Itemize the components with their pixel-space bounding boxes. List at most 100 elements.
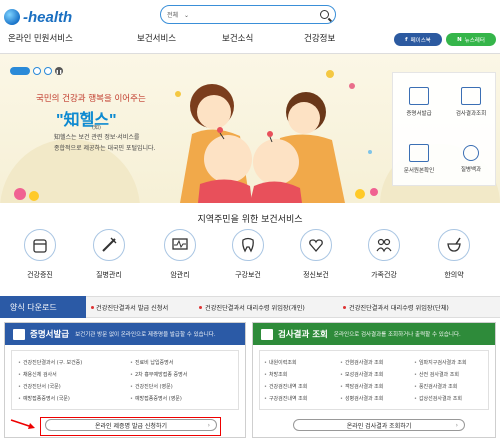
service-oral-health[interactable]: 구강보건 [220,229,276,280]
results-header: 검사결과 조회 온라인으로 검사결과를 조회하거나 출력할 수 있습니다. [253,323,495,345]
certificate-item[interactable]: 건강진단서 (영문) [130,383,173,390]
site-logo[interactable]: -health [4,6,72,28]
form-link-proxy-group[interactable]: 건강진단결과서 대리수령 위임장(단체) [349,303,449,312]
newsletter-button[interactable]: N 뉴스레터 [446,33,496,46]
result-item[interactable]: 성병검사결과 조회 [340,395,383,402]
monitor-pulse-icon [164,229,196,261]
certificates-header: 증명서발급 보건기관 방문 없이 온라인으로 제증명을 발급할 수 있습니다. [5,323,245,345]
service-label: 건강증진 [27,271,53,279]
service-label: 질병관리 [96,271,122,279]
result-item[interactable]: 임파지구검사결과 조회 [414,359,467,366]
carousel-controls: ❚❚ [10,67,63,75]
certificate-item[interactable]: 진료비 납입증명서 [130,359,173,366]
printer-icon [409,86,429,105]
results-lookup-button[interactable]: 온라인 검사결과 조회하기 › [293,419,465,431]
certificate-item[interactable]: 예방접종증명서 (국문) [18,395,70,402]
certificate-item[interactable]: 건강진단결과서 (구. 보건증) [18,359,82,366]
results-list-box: 내원이력조회 처방조회 건강검진내역 조회 구강검진내역 조회 간염검사결과 조… [259,350,489,410]
facebook-label: 페이스북 [410,37,431,44]
newsletter-icon: N [457,36,462,43]
services-title: 지역주민을 위한 보건서비스 [197,215,303,225]
form-link-application[interactable]: 건강진단결과서 발급 신청서 [96,303,168,312]
quick-link-label: 증명서발급 [406,110,432,117]
forms-download-tag: 양식 다운로드 [0,296,86,318]
pause-icon[interactable]: ❚❚ [55,67,63,75]
page: -health 전체 ⌄ 온라인 민원서비스 보건서비스 보건소식 건강정보 f… [0,0,500,444]
result-item[interactable]: 간염검사결과 조회 [340,359,383,366]
pills-icon [24,229,56,261]
service-label: 정신보건 [303,271,329,279]
service-label: 암관리 [170,271,190,279]
certificate-item[interactable]: 2차 흉부예방접종 증명서 [130,371,187,378]
search-scope-select[interactable]: 전체 ⌄ [167,10,217,19]
result-item[interactable]: 풍진검사결과 조회 [414,383,457,390]
service-label: 구강보건 [235,271,261,279]
result-item[interactable]: 구강검진내역 조회 [264,395,307,402]
service-family-health[interactable]: 가족건강 [356,229,412,280]
newsletter-label: 뉴스레터 [464,37,485,44]
banner-hanja: (知) [92,125,101,131]
certificates-title: 증명서발급 [30,330,70,340]
mortar-icon [438,229,470,261]
quick-link-certificate[interactable]: 증명서발급 [393,73,445,130]
stethoscope-icon [463,144,479,161]
logo-mark-icon [4,9,20,25]
result-item[interactable]: 객담검사결과 조회 [340,383,383,390]
result-item[interactable]: 내원이력조회 [264,359,297,366]
certificates-list-box: 건강진단결과서 (구. 보건증) 채용신체 검사서 건강진단서 (국문) 예방접… [11,350,239,410]
bullet-icon [343,306,346,309]
quick-link-disease-encyclopedia[interactable]: 질병백과 [445,130,497,187]
banner-brand: "知헬스" [56,112,117,129]
carousel-dot[interactable] [33,67,41,75]
certificate-item[interactable]: 예방접종증명서 (영문) [130,395,182,402]
service-health-promotion[interactable]: 건강증진 [12,229,68,280]
nav-item-online-civil[interactable]: 온라인 민원서비스 [8,32,73,44]
service-label: 한의약 [444,271,464,279]
chevron-down-icon: ⌄ [183,12,189,19]
service-disease-control[interactable]: 질병관리 [81,229,137,280]
quick-link-label: 검사결과조회 [455,110,487,117]
search-scope-value: 전체 [167,12,179,19]
quick-link-label: 문서원본확인 [403,167,435,174]
result-item[interactable]: 산전 검사결과 조회 [414,371,459,378]
syringe-icon [93,229,125,261]
quick-links-panel: 증명서발급 검사결과조회 문서원본확인 질병백과 [392,72,496,186]
facebook-button[interactable]: f 페이스북 [394,33,442,46]
certificate-item[interactable]: 채용신체 검사서 [18,371,57,378]
search-icon[interactable] [320,10,329,19]
nav-item-health-services[interactable]: 보건서비스 [137,32,176,44]
service-cancer-care[interactable]: 암관리 [152,229,208,280]
nav-item-health-info[interactable]: 건강정보 [304,32,335,44]
service-korean-medicine[interactable]: 한의약 [426,229,482,280]
result-item[interactable]: 갑상선검사결과 조회 [414,395,462,402]
quick-link-doc-verify[interactable]: 문서원본확인 [393,130,445,187]
carousel-dot-active[interactable] [10,67,30,75]
document-check-icon [409,143,429,162]
bullet-icon [91,306,94,309]
quick-link-results[interactable]: 검사결과조회 [445,73,497,130]
certificate-icon [13,328,25,340]
bullet-icon [199,306,202,309]
monitor-icon [461,86,481,105]
banner-desc-line2: 종합적으로 제공하는 대국민 포털입니다. [54,145,156,152]
carousel-dot[interactable] [44,67,52,75]
results-panel: 검사결과 조회 온라인으로 검사결과를 조회하거나 출력할 수 있습니다. 내원… [252,322,496,438]
results-lookup-label: 온라인 검사결과 조회하기 [346,422,412,430]
result-item[interactable]: 모성검사결과 조회 [340,371,383,378]
result-item[interactable]: 처방조회 [264,371,287,378]
tooth-icon [232,229,264,261]
nav-item-health-news[interactable]: 보건소식 [222,32,253,44]
results-title: 검사결과 조회 [278,330,328,340]
form-link-proxy-individual[interactable]: 건강진단결과서 대리수령 위임장(개인) [205,303,305,312]
result-item[interactable]: 건강검진내역 조회 [264,383,307,390]
results-subtitle: 온라인으로 검사결과를 조회하거나 출력할 수 있습니다. [333,332,461,338]
search-bar[interactable]: 전체 ⌄ [160,5,336,24]
logo-text: -health [23,8,73,26]
arrow-right-icon: › [455,422,458,429]
service-mental-health[interactable]: 정신보건 [288,229,344,280]
certificates-subtitle: 보건기관 방문 없이 온라인으로 제증명을 발급할 수 있습니다. [75,332,216,338]
certificate-item[interactable]: 건강진단서 (국문) [18,383,61,390]
heart-pulse-icon [300,229,332,261]
facebook-icon: f [405,36,408,43]
quick-link-label: 질병백과 [460,166,482,173]
